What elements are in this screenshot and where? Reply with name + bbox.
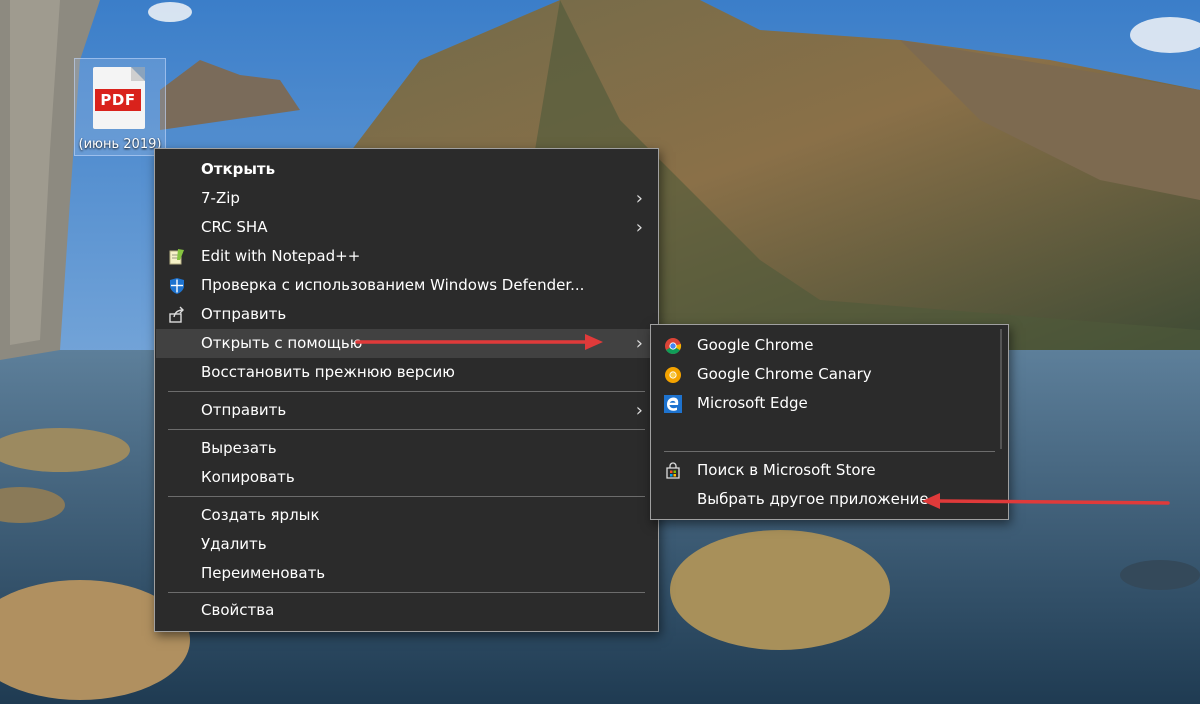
menu-item-label: Вырезать bbox=[201, 439, 277, 457]
pdf-badge: PDF bbox=[95, 89, 141, 111]
chrome-canary-icon bbox=[665, 367, 681, 383]
menu-item-label: Открыть с помощью bbox=[201, 334, 363, 352]
context-menu: Открыть 7-Zip › CRC SHA › Edit with Note… bbox=[154, 148, 659, 632]
menu-item-crc-sha[interactable]: CRC SHA › bbox=[156, 213, 657, 242]
menu-separator bbox=[168, 496, 645, 497]
menu-item-label: Проверка с использованием Windows Defend… bbox=[201, 276, 585, 294]
submenu-item-google-chrome[interactable]: Google Chrome bbox=[652, 331, 1007, 360]
share-icon bbox=[169, 306, 184, 323]
chevron-right-icon: › bbox=[635, 333, 643, 354]
submenu-item-label: Microsoft Edge bbox=[697, 394, 808, 412]
submenu-item-label: Google Chrome bbox=[697, 336, 814, 354]
chrome-icon bbox=[665, 338, 682, 354]
menu-item-open[interactable]: Открыть bbox=[156, 155, 657, 184]
menu-item-windows-defender[interactable]: Проверка с использованием Windows Defend… bbox=[156, 271, 657, 300]
notepad-plus-plus-icon bbox=[169, 249, 184, 265]
file-name-label: (июнь 2019) bbox=[78, 137, 162, 152]
submenu-item-label: Google Chrome Canary bbox=[697, 365, 872, 383]
submenu-item-label: Выбрать другое приложение bbox=[697, 490, 929, 508]
menu-item-label: Отправить bbox=[201, 401, 287, 419]
chevron-right-icon: › bbox=[635, 400, 643, 421]
menu-item-create-shortcut[interactable]: Создать ярлык bbox=[156, 501, 657, 530]
menu-separator bbox=[168, 429, 645, 430]
menu-item-label: Копировать bbox=[201, 468, 295, 486]
menu-item-label: Переименовать bbox=[201, 564, 326, 582]
menu-item-label: Восстановить прежнюю версию bbox=[201, 363, 455, 381]
submenu-item-microsoft-store[interactable]: Поиск в Microsoft Store bbox=[652, 456, 1007, 485]
menu-item-label: Отправить bbox=[201, 305, 287, 323]
menu-item-rename[interactable]: Переименовать bbox=[156, 559, 657, 588]
menu-item-label: 7-Zip bbox=[201, 189, 240, 207]
menu-item-label: CRC SHA bbox=[201, 218, 268, 236]
edge-icon bbox=[664, 395, 682, 413]
chevron-right-icon: › bbox=[635, 217, 643, 238]
annotation-arrow-choose-app bbox=[922, 493, 1170, 509]
windows-defender-shield-icon bbox=[170, 278, 184, 294]
menu-item-label: Создать ярлык bbox=[201, 506, 320, 524]
submenu-item-chrome-canary[interactable]: Google Chrome Canary bbox=[652, 360, 1007, 389]
annotation-arrow-open-with bbox=[355, 334, 603, 350]
store-icon bbox=[666, 462, 680, 479]
menu-item-7zip[interactable]: 7-Zip › bbox=[156, 184, 657, 213]
menu-item-cut[interactable]: Вырезать bbox=[156, 434, 657, 463]
desktop-file-icon[interactable]: PDF (июнь 2019) bbox=[74, 58, 166, 156]
menu-item-label: Удалить bbox=[201, 535, 267, 553]
menu-item-send-to[interactable]: Отправить › bbox=[156, 396, 657, 425]
submenu-item-microsoft-edge[interactable]: Microsoft Edge bbox=[652, 389, 1007, 418]
menu-item-properties[interactable]: Свойства bbox=[156, 596, 657, 625]
pdf-file-icon: PDF bbox=[93, 67, 145, 129]
menu-item-share[interactable]: Отправить bbox=[156, 300, 657, 329]
menu-separator bbox=[168, 391, 645, 392]
menu-item-copy[interactable]: Копировать bbox=[156, 463, 657, 492]
menu-item-label: Edit with Notepad++ bbox=[201, 247, 361, 265]
menu-item-delete[interactable]: Удалить bbox=[156, 530, 657, 559]
menu-item-label: Открыть bbox=[201, 160, 276, 178]
menu-item-restore-previous[interactable]: Восстановить прежнюю версию bbox=[156, 358, 657, 387]
menu-item-edit-notepad[interactable]: Edit with Notepad++ bbox=[156, 242, 657, 271]
submenu-separator bbox=[664, 451, 995, 452]
submenu-item-label: Поиск в Microsoft Store bbox=[697, 461, 876, 479]
chevron-right-icon: › bbox=[635, 188, 643, 209]
menu-separator bbox=[168, 592, 645, 593]
menu-item-label: Свойства bbox=[201, 601, 275, 619]
